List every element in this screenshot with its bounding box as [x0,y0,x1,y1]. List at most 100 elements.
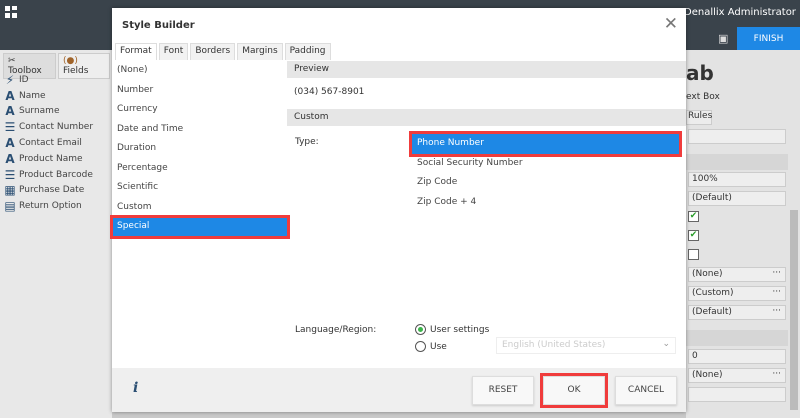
field-item[interactable]: A Contact Email [3,135,93,151]
field-label: Return Option [19,201,82,212]
cancel-button[interactable]: CANCEL [615,376,677,405]
section-header [686,330,788,346]
custom-header: Custom [287,109,686,126]
field-label: Contact Number [19,122,94,133]
section-header [686,154,788,170]
tab-margins[interactable]: Margins [237,43,283,60]
field-item[interactable]: A Name [3,88,93,104]
text-icon: A [5,104,15,119]
field-label: Contact Email [19,138,82,149]
language-dropdown[interactable]: English (United States) ⌄ [496,337,676,354]
property-none[interactable]: (None) ··· [688,368,786,383]
checkbox-checked[interactable]: ✔ [688,211,699,222]
format-item[interactable]: (None) [112,61,286,81]
format-item[interactable]: Currency [112,100,286,120]
radio-use[interactable]: Use [415,341,447,352]
field-label: Surname [19,106,60,117]
tab-rules[interactable]: Rules [686,110,712,125]
radio-selected-icon [415,324,426,335]
language-label: Language/Region: [295,325,377,335]
field-label: Product Barcode [19,169,93,180]
app-menu-icon[interactable] [5,6,17,18]
field-label: Name [19,90,46,101]
radio-user-settings[interactable]: User settings [415,324,489,335]
value: (None) [692,370,723,380]
ok-button[interactable]: OK [540,373,608,408]
field-label: Product Name [19,153,83,164]
property-style[interactable]: (Default) ··· [688,305,786,320]
type-item[interactable]: Zip Code [412,173,679,193]
radio-icon [415,341,426,352]
format-item[interactable]: Duration [112,139,286,159]
type-item[interactable]: Phone Number [409,131,682,157]
tab-format[interactable]: Format [115,43,157,60]
text-icon: A [5,88,15,103]
field-item[interactable]: ☰ Product Barcode [3,167,93,183]
tab-padding[interactable]: Padding [284,43,331,60]
list-icon: ☰ [4,120,16,135]
width-field[interactable]: 100% [688,172,786,187]
type-item[interactable]: Social Security Number [412,154,679,174]
field-label: Purchase Date [19,185,85,196]
field-item[interactable]: ⚡ ID [3,72,93,88]
fields-panel: ✂ Toolbox (●) Fields ⚡ ID A Name A Surname ☰ Co… [0,50,112,418]
properties-panel: ab ext Box Rules 100% (Default) ✔ ✔ (Non… [686,50,800,418]
list-icon: ☰ [4,167,16,182]
property-none[interactable]: (None) ··· [688,267,786,282]
field-item[interactable]: A Surname [3,104,93,120]
tools-icon: ✂ [8,56,16,66]
dialog-title: Style Builder [122,20,195,31]
value: (None) [692,269,723,279]
property-field[interactable] [688,387,786,402]
format-list: (None) Number Currency Date and Time Duratio… [110,61,290,239]
tab-borders[interactable]: Borders [190,43,236,60]
value: (Custom) [692,288,734,298]
chevron-down-icon: ⌄ [662,339,670,349]
field-label: ID [19,74,29,85]
control-icon-text: ab [686,61,714,85]
finish-button[interactable]: FINISH [737,27,800,51]
radio-label: Use [430,341,447,352]
text-icon: A [5,151,15,166]
ellipsis-button[interactable]: ··· [772,369,781,379]
dropdown-value: English (United States) [502,340,606,350]
format-item[interactable]: Date and Time [112,120,286,140]
field-item[interactable]: ▤ Return Option [3,198,93,214]
format-item[interactable]: Number [112,81,286,101]
format-item[interactable]: Scientific [112,178,286,198]
type-list: Phone Number Social Security Number Zip Co… [409,131,682,213]
field-item[interactable]: ▦ Purchase Date [3,183,93,199]
choice-icon: ▤ [4,199,16,214]
close-icon[interactable]: ✕ [664,14,678,34]
preview-value: (034) 567-8901 [294,87,365,97]
type-item[interactable]: Zip Code + 4 [412,193,679,213]
value: (Default) [692,307,732,317]
style-builder-dialog: Style Builder ✕ Format Font Borders Margins… [110,8,686,412]
control-type: ext Box [686,92,720,102]
info-icon[interactable]: i [133,380,138,396]
reset-button[interactable]: RESET [472,376,534,405]
number-field[interactable]: 0 [688,349,786,364]
ellipsis-button[interactable]: ··· [772,268,781,278]
radio-label: User settings [430,324,490,335]
field-item[interactable]: A Product Name [3,151,93,167]
format-item[interactable]: Custom [112,198,286,218]
dialog-footer: i RESET OK CANCEL [112,368,686,412]
ellipsis-button[interactable]: ··· [772,287,781,297]
tab-font[interactable]: Font [158,43,189,60]
preview-header: Preview [287,61,686,78]
scrollbar[interactable] [790,210,798,410]
property-format[interactable]: (Custom) ··· [688,286,786,301]
property-field[interactable] [688,129,786,144]
ellipsis-button[interactable]: ··· [772,306,781,316]
style-field[interactable]: (Default) [688,191,786,206]
user-name[interactable]: Denallix Administrator [684,7,796,18]
checkbox-unchecked[interactable] [688,249,699,260]
type-label: Type: [295,137,319,147]
calendar-icon: ▦ [4,183,16,198]
format-item[interactable]: Percentage [112,159,286,179]
format-item[interactable]: Special [110,215,290,239]
field-item[interactable]: ☰ Contact Number [3,119,93,135]
checkbox-checked[interactable]: ✔ [688,230,699,241]
save-icon[interactable]: ▣ [718,32,728,45]
